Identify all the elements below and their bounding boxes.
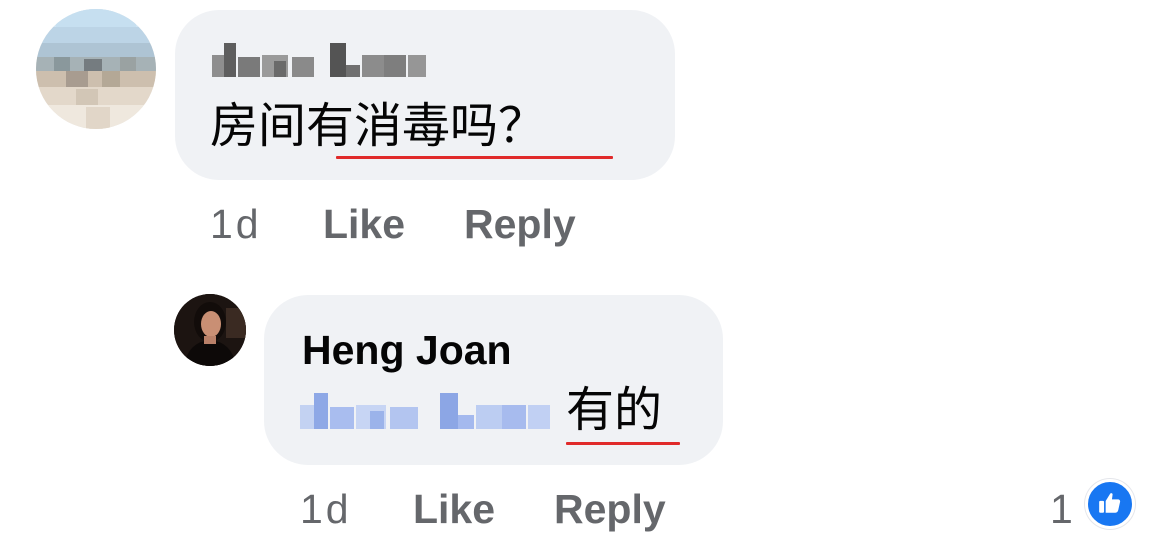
spellcheck-underline [566,442,680,445]
replier-avatar[interactable] [174,294,246,366]
reaction-count[interactable]: 1 [1050,485,1073,533]
spellcheck-underline [336,156,613,159]
reply-author-name[interactable]: Heng Joan [302,326,512,374]
reply-text: 有的 [566,382,663,438]
comment-text: 房间有消毒吗？ [210,98,547,154]
comment-timestamp[interactable]: 1d [210,200,262,248]
mention-tag-blurred[interactable] [300,391,552,436]
thumbs-up-icon[interactable] [1085,479,1135,529]
reply-button[interactable]: Reply [554,485,666,533]
like-button[interactable]: Like [323,200,405,248]
author-name-blurred[interactable] [212,41,427,86]
reply-timestamp[interactable]: 1d [300,485,352,533]
like-button[interactable]: Like [413,485,495,533]
commenter-avatar-blurred[interactable] [36,9,156,129]
reply-button[interactable]: Reply [464,200,576,248]
